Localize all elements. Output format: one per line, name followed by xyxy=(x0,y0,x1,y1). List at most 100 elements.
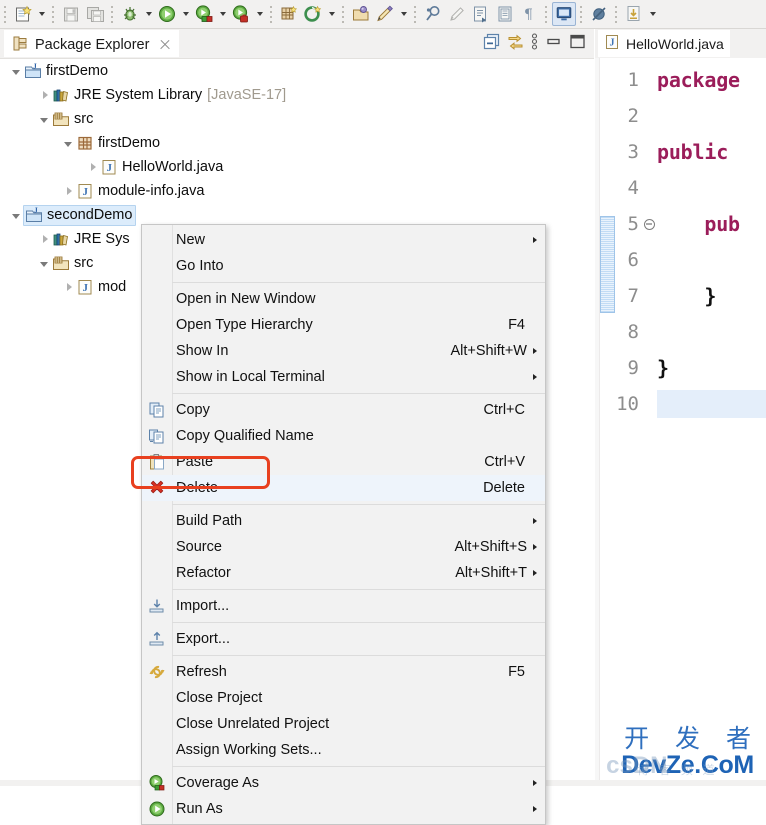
menu-item-run-as[interactable]: Run As xyxy=(142,796,545,822)
new-wizard-dropdown-arrow[interactable] xyxy=(35,2,48,26)
menu-item-assign-working-sets[interactable]: Assign Working Sets... xyxy=(142,737,545,763)
previous-annotation-icon[interactable] xyxy=(493,2,517,26)
code-line-1[interactable]: 1 package xyxy=(595,62,766,98)
download-sources-icon[interactable] xyxy=(622,2,646,26)
menu-item-close-project[interactable]: Close Project xyxy=(142,685,545,711)
menu-item-show-in[interactable]: Show In Alt+Shift+W xyxy=(142,338,545,364)
toolbar-grip[interactable] xyxy=(543,4,550,24)
tree-item-content[interactable]: JRE System Library [JavaSE-17] xyxy=(52,85,286,106)
collapse-all-icon[interactable] xyxy=(483,33,500,50)
tree-item-content[interactable]: JsecondDemo xyxy=(23,204,137,226)
console-icon[interactable] xyxy=(552,2,576,26)
menu-item-source[interactable]: Source Alt+Shift+S xyxy=(142,534,545,560)
chevron-right-icon[interactable] xyxy=(60,275,76,299)
menu-item-new[interactable]: New xyxy=(142,227,545,253)
pilcrow-icon[interactable]: ¶ xyxy=(517,2,541,26)
code-line-8[interactable]: 8 xyxy=(595,314,766,350)
save-icon[interactable] xyxy=(59,2,83,26)
toolbar-grip[interactable] xyxy=(613,4,620,24)
code-line-6[interactable]: 6 xyxy=(595,242,766,278)
menu-item-paste[interactable]: Paste Ctrl+V xyxy=(142,449,545,475)
tree-item-module-info-1[interactable]: Jmodule-info.java xyxy=(0,179,594,203)
toolbar-grip[interactable] xyxy=(109,4,116,24)
next-annotation-icon[interactable] xyxy=(469,2,493,26)
tab-package-explorer[interactable]: Package Explorer xyxy=(4,30,180,57)
tree-item-content[interactable]: Jmod xyxy=(76,277,126,298)
code-line-3[interactable]: 3 public xyxy=(595,134,766,170)
new-java-class-dropdown-arrow[interactable] xyxy=(325,2,338,26)
debug-icon[interactable] xyxy=(118,2,142,26)
tree-item-content[interactable]: Jmodule-info.java xyxy=(76,181,204,202)
tree-item-jre-1[interactable]: JRE System Library [JavaSE-17] xyxy=(0,83,594,107)
run-dropdown-arrow[interactable] xyxy=(179,2,192,26)
pencil-icon[interactable] xyxy=(445,2,469,26)
minimize-icon[interactable] xyxy=(545,33,562,50)
chevron-down-icon[interactable] xyxy=(60,131,76,155)
chevron-down-icon[interactable] xyxy=(36,107,52,131)
open-task-dropdown-arrow[interactable] xyxy=(397,2,410,26)
code-line-5[interactable]: 5 pub xyxy=(595,206,766,242)
new-java-package-icon[interactable] xyxy=(277,2,301,26)
maximize-icon[interactable] xyxy=(569,33,586,50)
tree-item-content[interactable]: JRE Sys xyxy=(52,229,130,250)
coverage-icon[interactable] xyxy=(192,2,216,26)
skip-breakpoints-icon[interactable] xyxy=(587,2,611,26)
chevron-right-icon[interactable] xyxy=(60,179,76,203)
menu-item-show-in-local-terminal[interactable]: Show in Local Terminal xyxy=(142,364,545,390)
context-menu[interactable]: New Go Into Open in New Window Open Type Hi… xyxy=(141,224,546,825)
tree-item-content[interactable]: J HelloWorld.java xyxy=(100,157,223,178)
open-type-icon[interactable] xyxy=(349,2,373,26)
close-icon[interactable] xyxy=(158,38,172,52)
menu-item-delete[interactable]: Delete Delete xyxy=(142,475,545,501)
fold-collapse-icon[interactable] xyxy=(641,206,657,242)
code-line-9[interactable]: 9} xyxy=(595,350,766,386)
tree-item-firstDemo[interactable]: JfirstDemo xyxy=(0,59,594,83)
link-with-editor-icon[interactable] xyxy=(507,33,524,50)
toolbar-grip[interactable] xyxy=(412,4,419,24)
open-task-icon[interactable] xyxy=(373,2,397,26)
tab-helloworld-java[interactable]: J HelloWorld.java xyxy=(598,30,730,57)
toolbar-grip[interactable] xyxy=(268,4,275,24)
toolbar-grip[interactable] xyxy=(340,4,347,24)
coverage-dropdown-arrow[interactable] xyxy=(216,2,229,26)
menu-item-close-unrelated-project[interactable]: Close Unrelated Project xyxy=(142,711,545,737)
menu-item-import[interactable]: Import... xyxy=(142,593,545,619)
tree-item-content[interactable]: src xyxy=(52,253,93,274)
code-line-4[interactable]: 4 xyxy=(595,170,766,206)
toolbar-grip[interactable] xyxy=(2,4,9,24)
code-line-2[interactable]: 2 xyxy=(595,98,766,134)
run-icon[interactable] xyxy=(155,2,179,26)
tree-item-pkg-firstDemo[interactable]: firstDemo xyxy=(0,131,594,155)
save-all-icon[interactable] xyxy=(83,2,107,26)
tree-item-content[interactable]: src xyxy=(52,109,93,130)
menu-item-open-in-new-window[interactable]: Open in New Window xyxy=(142,286,545,312)
menu-item-coverage-as[interactable]: Coverage As xyxy=(142,770,545,796)
menu-item-open-type-hierarchy[interactable]: Open Type Hierarchy F4 xyxy=(142,312,545,338)
tree-item-src-1[interactable]: src xyxy=(0,107,594,131)
menu-item-build-path[interactable]: Build Path xyxy=(142,508,545,534)
menu-item-refactor[interactable]: Refactor Alt+Shift+T xyxy=(142,560,545,586)
tree-item-content[interactable]: JfirstDemo xyxy=(24,61,108,82)
debug-dropdown-arrow[interactable] xyxy=(142,2,155,26)
chevron-down-icon[interactable] xyxy=(36,251,52,275)
chevron-down-icon[interactable] xyxy=(8,203,24,227)
toolbar-grip[interactable] xyxy=(50,4,57,24)
chevron-right-icon[interactable] xyxy=(36,83,52,107)
menu-item-go-into[interactable]: Go Into xyxy=(142,253,545,279)
download-sources-dropdown-arrow[interactable] xyxy=(646,2,659,26)
profile-dropdown-arrow[interactable] xyxy=(253,2,266,26)
chevron-down-icon[interactable] xyxy=(8,59,24,83)
code-editor[interactable]: 1 package 2 3 public 4 5 pub 6 7 } 8 9} 10 xyxy=(595,58,766,786)
new-wizard-icon[interactable] xyxy=(11,2,35,26)
tree-item-HelloWorld[interactable]: J HelloWorld.java xyxy=(0,155,594,179)
menu-item-copy[interactable]: Copy Ctrl+C xyxy=(142,397,545,423)
profile-icon[interactable] xyxy=(229,2,253,26)
tree-item-content[interactable]: firstDemo xyxy=(76,133,160,154)
toolbar-grip[interactable] xyxy=(578,4,585,24)
new-java-class-icon[interactable] xyxy=(301,2,325,26)
view-menu-icon[interactable] xyxy=(531,33,538,50)
code-line-7[interactable]: 7 } xyxy=(595,278,766,314)
menu-item-export[interactable]: Export... xyxy=(142,626,545,652)
search-marker-icon[interactable] xyxy=(421,2,445,26)
menu-item-refresh[interactable]: Refresh F5 xyxy=(142,659,545,685)
